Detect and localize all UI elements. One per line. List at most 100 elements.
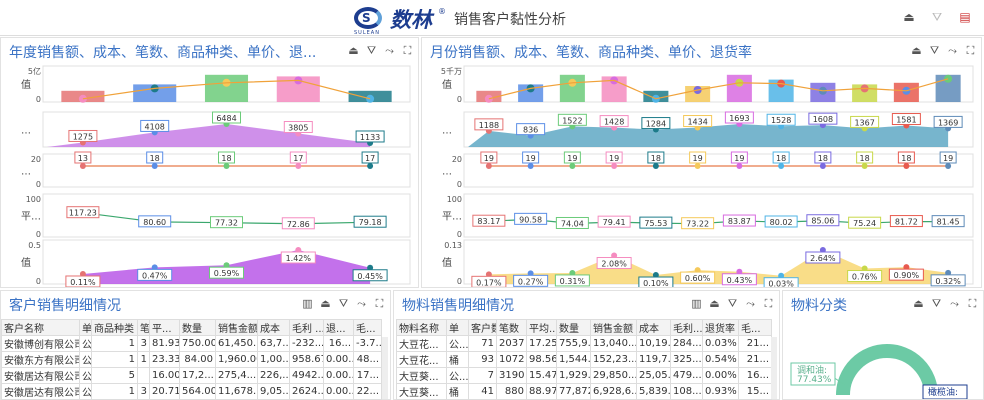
table-cell: 公 — [79, 383, 92, 400]
table-cell: 大豆葵... — [396, 367, 447, 384]
column-header[interactable]: 退货率 — [702, 319, 739, 336]
axis-label: 值 — [21, 256, 31, 269]
clear-filter-icon[interactable]: ⛛ — [928, 44, 941, 57]
column-header[interactable]: 成本 — [636, 319, 671, 336]
column-header[interactable]: 销售金额 — [215, 319, 258, 336]
data-label: 1.42% — [286, 254, 312, 263]
table-cell: 公 — [79, 335, 92, 352]
column-header[interactable]: 客户数 — [468, 319, 497, 336]
column-header[interactable]: 笔 — [137, 319, 150, 336]
table-cell: 17,2... — [179, 367, 216, 384]
data-label: 81.45 — [937, 218, 960, 227]
table-cell: 0.54% — [702, 351, 739, 368]
column-header[interactable]: 毛利 ... — [289, 319, 324, 336]
table-row[interactable]: 大豆葵...公...7319015.471,929...29,850...25,… — [396, 367, 772, 384]
table-cell: 16... — [323, 335, 354, 352]
drill-icon[interactable]: ⤳ — [948, 297, 961, 310]
column-header[interactable]: 销售金额 — [590, 319, 637, 336]
drill-icon[interactable]: ⤳ — [946, 44, 959, 57]
table-row[interactable]: 安徽居达有限公司公1320.71564.0011,678...9,05...26… — [1, 383, 382, 400]
data-label: 0.27% — [518, 277, 544, 286]
export-icon[interactable]: ⏏ — [902, 10, 916, 24]
table-cell: 479... — [670, 367, 703, 384]
column-header[interactable]: 单 — [79, 319, 92, 336]
fullscreen-icon[interactable]: ⛶ — [401, 44, 414, 57]
table-row[interactable]: 安徽居达有限公司公 5 16.00 17,2... 275,4... 226,... 494… — [1, 367, 382, 384]
clear-filter-icon[interactable]: ⛛ — [337, 297, 350, 310]
tick-label: 0 — [457, 230, 462, 239]
fullscreen-icon[interactable]: ⛶ — [964, 44, 977, 57]
columns-icon[interactable]: ▥ — [301, 297, 314, 310]
line-point — [819, 163, 826, 169]
data-label: 836 — [523, 126, 538, 135]
customer-table-panel: 客户销售明细情况 ▥ ⏏ ⛛ ⤳ ⛶ 客户名称单商品种类笔平... 数量 销售金额成… — [0, 290, 391, 400]
column-header[interactable]: 商品种类 — [91, 319, 138, 336]
fullscreen-icon[interactable]: ⛶ — [966, 297, 979, 310]
export-icon[interactable]: ⏏ — [912, 297, 925, 310]
table-cell: 13,040... — [590, 335, 637, 352]
table-row[interactable]: 大豆葵...桶4188088.9777,8726,928,6...5,839..… — [396, 383, 772, 400]
column-header[interactable]: 平均... — [526, 319, 557, 336]
table-row[interactable]: 安徽博创有限公司公1381.93750.0061,450...63,7...-2… — [1, 335, 382, 352]
data-label: 1369 — [938, 118, 958, 127]
column-header[interactable]: 物料名称 — [396, 319, 447, 336]
vertical-scrollbar[interactable] — [771, 337, 777, 399]
data-label: 77.32 — [215, 219, 238, 228]
table-cell: 275,4... — [215, 367, 258, 384]
table-cell: 880 — [496, 383, 527, 400]
columns-icon[interactable]: ▥ — [690, 297, 703, 310]
clear-filter-icon[interactable]: ⛛ — [726, 297, 739, 310]
export-icon[interactable]: ⏏ — [319, 297, 332, 310]
line-point — [652, 163, 659, 169]
tick-label: 20 — [31, 155, 41, 164]
data-label: 4108 — [145, 122, 165, 131]
axis-label: 值 — [442, 78, 452, 91]
drill-icon[interactable]: ⤳ — [744, 297, 757, 310]
export-icon[interactable]: ⏏ — [910, 44, 923, 57]
table-cell: 大豆葵... — [396, 383, 447, 400]
clear-filter-icon[interactable]: ⛛ — [930, 297, 943, 310]
data-label: 72.86 — [287, 220, 310, 229]
table-cell: 21... — [738, 335, 772, 352]
column-header[interactable]: 数量 — [179, 319, 216, 336]
column-header[interactable]: 毛... — [353, 319, 382, 336]
vertical-scrollbar[interactable] — [382, 337, 388, 399]
column-header[interactable]: 成本 — [257, 319, 290, 336]
table-cell: 7 — [468, 367, 497, 384]
export-icon[interactable]: ⏏ — [708, 297, 721, 310]
column-header[interactable]: 客户名称 — [1, 319, 80, 336]
registered-mark: ® — [438, 6, 446, 16]
column-header[interactable]: 数量 — [556, 319, 591, 336]
table-cell: 桶 — [446, 383, 469, 400]
slice-label-value: 77.43% — [797, 375, 832, 385]
column-header[interactable]: 退... — [323, 319, 354, 336]
clear-filter-icon[interactable]: ⛛ — [365, 44, 378, 57]
data-label: 2.64% — [810, 254, 836, 263]
table-cell: 1,960.00 — [215, 351, 258, 368]
table-cell — [137, 367, 150, 384]
export-icon[interactable]: ⏏ — [347, 44, 360, 57]
fullscreen-icon[interactable]: ⛶ — [762, 297, 775, 310]
fullscreen-icon[interactable]: ⛶ — [373, 297, 386, 310]
table-cell: 4942... — [289, 367, 324, 384]
report-icon[interactable]: ▤ — [958, 10, 972, 24]
clear-filter-icon[interactable]: ⛛ — [930, 10, 944, 24]
data-label: 18 — [150, 154, 160, 163]
line-point — [367, 163, 374, 169]
table-row[interactable]: 大豆花...公...71203717.25755,9...13,040...10… — [396, 335, 772, 352]
drill-icon[interactable]: ⤳ — [383, 44, 396, 57]
column-header[interactable]: 毛... — [738, 319, 772, 336]
table-row[interactable]: 安徽东方有限公司公1123.3384.001,960.001,00...958.… — [1, 351, 382, 368]
column-header[interactable]: 毛利... — [670, 319, 703, 336]
drill-icon[interactable]: ⤳ — [355, 297, 368, 310]
column-header[interactable]: 笔数 — [496, 319, 527, 336]
column-header[interactable]: 平... — [149, 319, 180, 336]
data-label: 17 — [293, 154, 303, 163]
data-label: 18 — [901, 154, 911, 163]
table-row[interactable]: 大豆花...桶93107298.561,544...152,23...119,7… — [396, 351, 772, 368]
table-cell: 安徽居达有限公司 — [1, 367, 80, 384]
column-header[interactable]: 单 — [446, 319, 469, 336]
table-cell: 152,23... — [590, 351, 637, 368]
tick-label: 100 — [447, 195, 462, 204]
tick-label: 5亿 — [28, 66, 41, 76]
